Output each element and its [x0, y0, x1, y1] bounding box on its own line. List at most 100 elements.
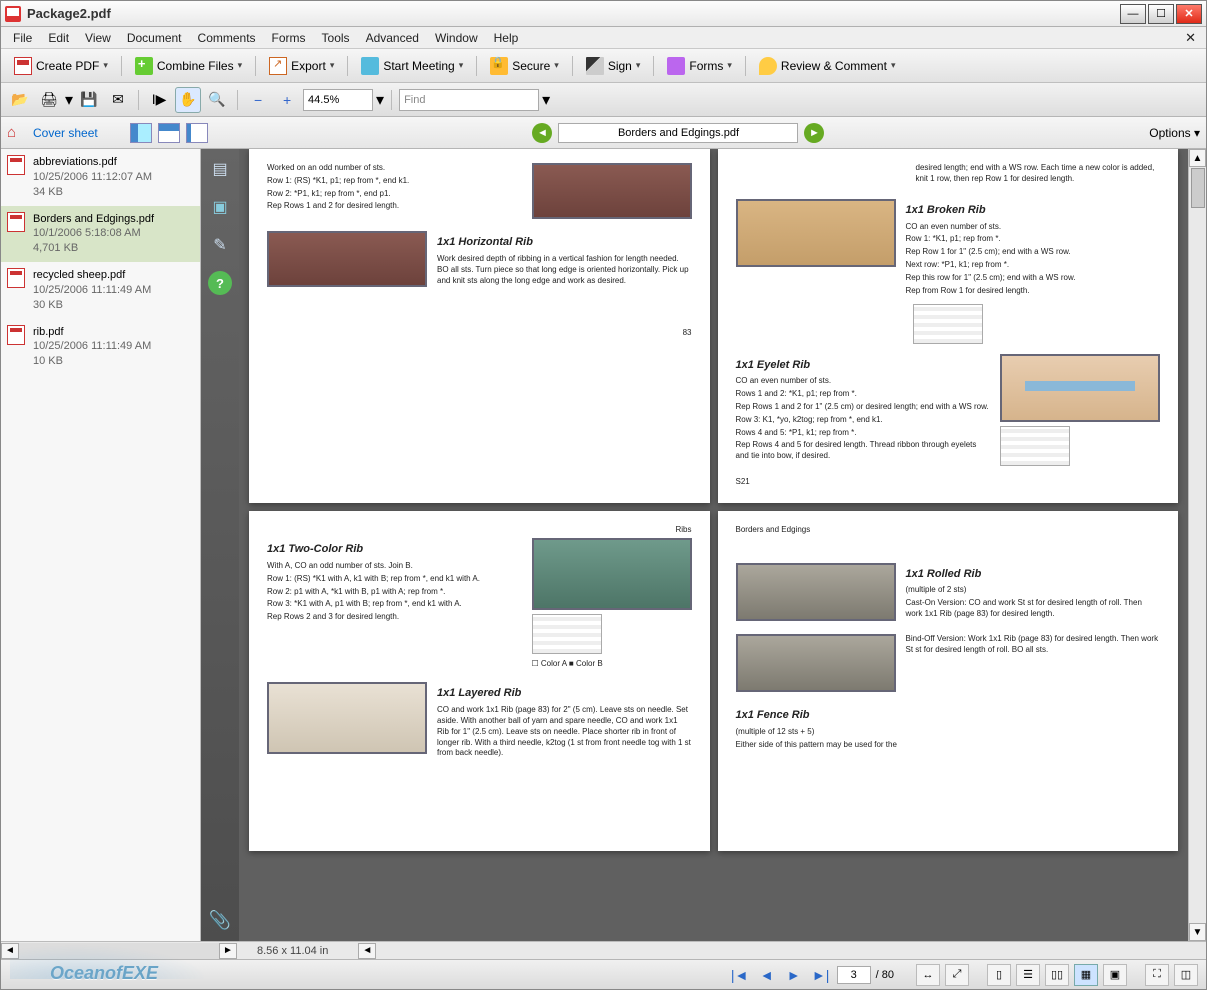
- create-pdf-button[interactable]: Create PDF▾: [7, 53, 115, 79]
- vertical-scrollbar[interactable]: ▲ ▼: [1188, 149, 1206, 941]
- titlebar: Package2.pdf — ☐ ✕: [1, 1, 1206, 27]
- layout-left-button[interactable]: [130, 123, 152, 143]
- how-to-panel-button[interactable]: ?: [208, 271, 232, 295]
- window-title: Package2.pdf: [27, 6, 1120, 21]
- start-meeting-button[interactable]: Start Meeting▾: [354, 53, 470, 79]
- minimize-button[interactable]: —: [1120, 4, 1146, 24]
- single-continuous-button[interactable]: ☰: [1016, 964, 1040, 986]
- page-size-label: 8.56 x 11.04 in: [257, 945, 328, 957]
- swatch-image: [736, 634, 896, 692]
- combine-files-button[interactable]: Combine Files▾: [128, 53, 249, 79]
- pages-panel-button[interactable]: ▤: [208, 157, 232, 181]
- menu-forms[interactable]: Forms: [264, 29, 314, 47]
- email-button[interactable]: ✉: [105, 87, 131, 113]
- file-item[interactable]: abbreviations.pdf 10/25/2006 11:12:07 AM…: [1, 149, 200, 206]
- scroll-up-button[interactable]: ▲: [1189, 149, 1206, 167]
- prev-page-button[interactable]: ◄: [756, 964, 778, 986]
- signatures-panel-button[interactable]: ✎: [208, 233, 232, 257]
- menu-advanced[interactable]: Advanced: [358, 29, 427, 47]
- menu-edit[interactable]: Edit: [40, 29, 77, 47]
- pdf-icon: [14, 57, 32, 75]
- page-number-input[interactable]: [837, 966, 871, 984]
- menu-window[interactable]: Window: [427, 29, 486, 47]
- scroll-thumb[interactable]: [1191, 168, 1205, 208]
- combine-icon: [135, 57, 153, 75]
- home-icon[interactable]: ⌂: [7, 124, 27, 142]
- menu-file[interactable]: File: [5, 29, 40, 47]
- first-page-button[interactable]: |◄: [729, 964, 751, 986]
- menu-document[interactable]: Document: [119, 29, 190, 47]
- select-tool[interactable]: I▶: [146, 87, 172, 113]
- swatch-image: [267, 682, 427, 754]
- horizontal-scrollbar[interactable]: [19, 943, 219, 959]
- swatch-image: [736, 199, 896, 267]
- bookmarks-panel-button[interactable]: ▣: [208, 195, 232, 219]
- next-doc-button[interactable]: ►: [804, 123, 824, 143]
- print-button[interactable]: 🖨: [36, 87, 62, 113]
- prev-doc-button[interactable]: ◄: [532, 123, 552, 143]
- inner-scroll-left[interactable]: ◄: [358, 943, 376, 959]
- document-viewport[interactable]: Worked on an odd number of sts. Row 1: (…: [239, 149, 1188, 941]
- layout-top-button[interactable]: [158, 123, 180, 143]
- menu-tools[interactable]: Tools: [314, 29, 358, 47]
- page-total-label: / 80: [876, 969, 894, 981]
- last-page-button[interactable]: ►|: [810, 964, 832, 986]
- page-nav-bar: |◄ ◄ ► ►| / 80 ↔ ⤢ ▯ ☰ ▯▯ ▦ ▣ ⛶ ◫: [1, 959, 1206, 989]
- menu-close-doc[interactable]: ✕: [1179, 28, 1202, 48]
- menubar: File Edit View Document Comments Forms T…: [1, 27, 1206, 49]
- knitting-chart: [532, 614, 602, 654]
- app-icon: [5, 6, 21, 22]
- export-button[interactable]: Export▾: [262, 53, 341, 79]
- file-item[interactable]: recycled sheep.pdf 10/25/2006 11:11:49 A…: [1, 262, 200, 319]
- zoom-input[interactable]: [303, 89, 373, 111]
- nav-panel-strip: ▤ ▣ ✎ ? 📎: [201, 149, 239, 941]
- find-input[interactable]: Find: [399, 89, 539, 111]
- menu-view[interactable]: View: [77, 29, 119, 47]
- two-up-button[interactable]: ▯▯: [1045, 964, 1069, 986]
- secure-button[interactable]: Secure▾: [483, 53, 566, 79]
- pen-icon: [586, 57, 604, 75]
- fit-width-button[interactable]: ↔: [916, 964, 940, 986]
- close-button[interactable]: ✕: [1176, 4, 1202, 24]
- marquee-zoom-tool[interactable]: 🔍: [204, 87, 230, 113]
- options-menu[interactable]: Options ▾: [1149, 126, 1200, 140]
- single-page-button[interactable]: ▯: [987, 964, 1011, 986]
- pdf-file-icon: [7, 268, 25, 288]
- hand-tool[interactable]: ✋: [175, 87, 201, 113]
- main-toolbar: Create PDF▾ Combine Files▾ Export▾ Start…: [1, 49, 1206, 83]
- pdf-file-icon: [7, 325, 25, 345]
- swatch-image: [267, 231, 427, 287]
- cover-sheet-link[interactable]: Cover sheet: [33, 126, 98, 140]
- open-button[interactable]: 📂: [7, 87, 33, 113]
- file-item[interactable]: rib.pdf 10/25/2006 11:11:49 AM 10 KB: [1, 319, 200, 376]
- menu-comments[interactable]: Comments: [190, 29, 264, 47]
- menu-help[interactable]: Help: [486, 29, 527, 47]
- review-comment-button[interactable]: Review & Comment▾: [752, 53, 903, 79]
- view-mode-button[interactable]: ▣: [1103, 964, 1127, 986]
- fullscreen-button[interactable]: ◫: [1174, 964, 1198, 986]
- zoom-in-button[interactable]: +: [274, 87, 300, 113]
- sign-button[interactable]: Sign▾: [579, 53, 648, 79]
- reading-mode-button[interactable]: ⛶: [1145, 964, 1169, 986]
- pdf-page: desired length; end with a WS row. Each …: [718, 149, 1179, 503]
- two-up-continuous-button[interactable]: ▦: [1074, 964, 1098, 986]
- layout-min-button[interactable]: [186, 123, 208, 143]
- pdf-page: Borders and Edgings 1x1 Rolled Rib (mult…: [718, 511, 1179, 851]
- scroll-left-button[interactable]: ◄: [1, 943, 19, 959]
- forms-icon: [667, 57, 685, 75]
- forms-button[interactable]: Forms▾: [660, 53, 739, 79]
- file-item-selected[interactable]: Borders and Edgings.pdf 10/1/2006 5:18:0…: [1, 206, 200, 263]
- knitting-chart: [1000, 426, 1070, 466]
- fit-page-button[interactable]: ⤢: [945, 964, 969, 986]
- save-button[interactable]: 💾: [76, 87, 102, 113]
- attachments-panel-button[interactable]: 📎: [209, 910, 231, 931]
- meeting-icon: [361, 57, 379, 75]
- scroll-right-button[interactable]: ►: [219, 943, 237, 959]
- comment-icon: [759, 57, 777, 75]
- file-toolbar: 📂 🖨▾ 💾 ✉ I▶ ✋ 🔍 − + ▾ Find▾: [1, 83, 1206, 117]
- maximize-button[interactable]: ☐: [1148, 4, 1174, 24]
- next-page-button[interactable]: ►: [783, 964, 805, 986]
- status-row: ◄ ► 8.56 x 11.04 in ◄: [1, 941, 1206, 959]
- zoom-out-button[interactable]: −: [245, 87, 271, 113]
- scroll-down-button[interactable]: ▼: [1189, 923, 1206, 941]
